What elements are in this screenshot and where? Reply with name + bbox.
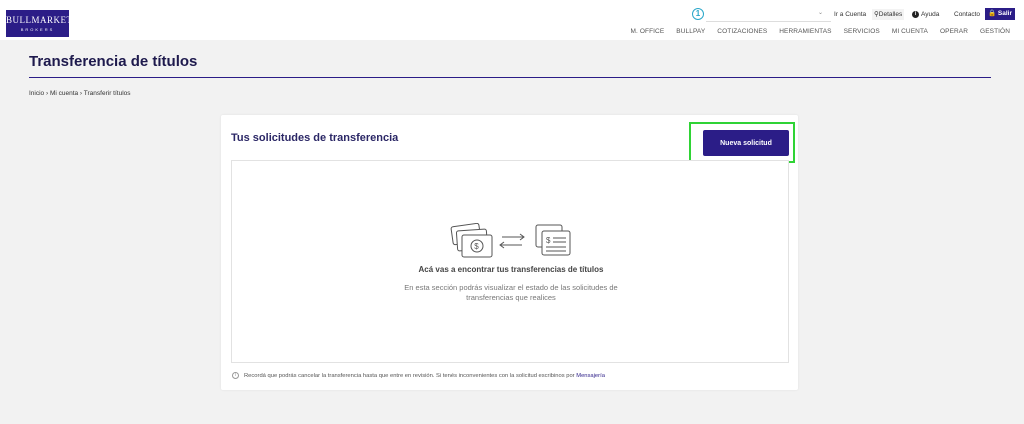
- logout-label: Salir: [997, 10, 1012, 17]
- details-button[interactable]: ⚲Detalles: [872, 9, 905, 20]
- nav-item-gestion[interactable]: GESTIÓN: [974, 28, 1016, 35]
- nav-item-bullpay[interactable]: BULLPAY: [670, 28, 711, 35]
- empty-state-panel: $ $ Acá vas a encontrar tus transferenci…: [231, 160, 789, 363]
- info-icon: i: [912, 10, 919, 18]
- new-request-button[interactable]: Nueva solicitud: [703, 130, 789, 156]
- nav-item-m-office[interactable]: M. OFFICE: [625, 28, 671, 35]
- page-title: Transferencia de títulos: [29, 53, 198, 70]
- logo-sub-text: BROKERS: [20, 27, 55, 32]
- notification-badge[interactable]: 1: [692, 8, 704, 20]
- go-to-account-link[interactable]: Ir a Cuenta: [834, 9, 866, 20]
- logout-button[interactable]: 🔒 Salir: [985, 8, 1015, 20]
- svg-text:$: $: [546, 236, 551, 245]
- nav-item-servicios[interactable]: SERVICIOS: [838, 28, 886, 35]
- empty-state-heading: Acá vas a encontrar tus transferencias d…: [418, 265, 604, 274]
- account-search-input[interactable]: [706, 8, 831, 22]
- help-link[interactable]: i Ayuda: [912, 9, 939, 20]
- bullmarket-logo[interactable]: BULLMARKET BROKERS: [6, 10, 73, 37]
- transfer-illustration-icon: $ $: [450, 223, 571, 258]
- messaging-link[interactable]: Mensajería: [576, 373, 605, 379]
- contact-link[interactable]: Contacto: [954, 9, 980, 20]
- help-label: Ayuda: [921, 11, 940, 18]
- nav-item-mi-cuenta[interactable]: MI CUENTA: [886, 28, 934, 35]
- cancel-info-note: i Recordá que podrás cancelar la transfer…: [232, 372, 605, 379]
- chevron-down-icon[interactable]: ⌄: [818, 9, 823, 16]
- cancel-info-text: Recordá que podrás cancelar la transfere…: [244, 373, 575, 380]
- svg-text:$: $: [474, 242, 479, 251]
- nav-item-cotizaciones[interactable]: COTIZACIONES: [711, 28, 773, 35]
- main-nav: M. OFFICE BULLPAY COTIZACIONES HERRAMIEN…: [625, 28, 1016, 35]
- details-label: Detalles: [878, 11, 903, 18]
- info-icon: i: [232, 372, 239, 379]
- new-request-highlight: Nueva solicitud: [689, 122, 795, 163]
- card-title: Tus solicitudes de transferencia: [231, 132, 399, 144]
- logo-main-text: BULLMARKET: [6, 15, 73, 25]
- nav-item-operar[interactable]: OPERAR: [934, 28, 974, 35]
- empty-state-description: En esta sección podrás visualizar el est…: [404, 283, 618, 302]
- lock-icon: 🔒: [988, 10, 997, 17]
- breadcrumb[interactable]: Inicio › Mi cuenta › Transferir títulos: [29, 90, 131, 97]
- top-header: BULLMARKET BROKERS 1 ⌄ Ir a Cuenta ⚲Deta…: [0, 0, 1024, 40]
- title-divider: [29, 77, 991, 78]
- transfer-requests-card: Tus solicitudes de transferencia Nueva s…: [221, 115, 798, 390]
- nav-item-herramientas[interactable]: HERRAMIENTAS: [773, 28, 837, 35]
